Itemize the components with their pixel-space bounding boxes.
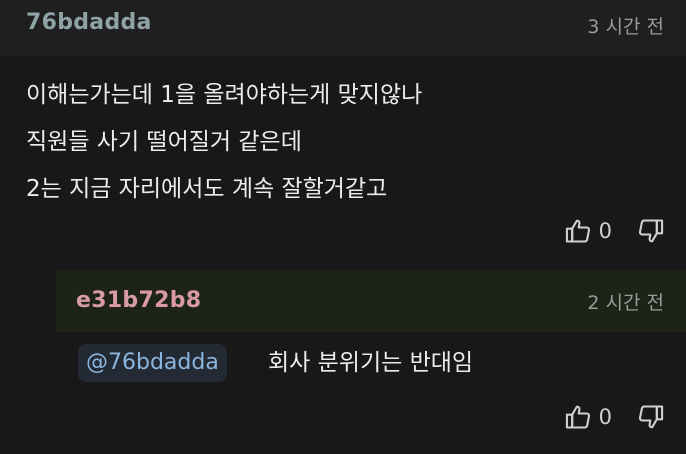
reply-author[interactable]: e31b72b8 <box>76 288 201 313</box>
comment-header: 76bdadda 3 시간 전 <box>0 0 686 56</box>
thumbs-down-icon[interactable] <box>636 216 666 246</box>
like-count: 0 <box>598 405 612 429</box>
comment-vote-bar: 0 <box>563 214 666 248</box>
comment-line: 이해는가는데 1을 올려야하는게 맞지않나 <box>26 82 423 108</box>
reply-timestamp: 2 시간 전 <box>587 292 664 314</box>
comment-line: 2는 지금 자리에서도 계속 잘할거같고 <box>26 176 388 202</box>
comment-body: 이해는가는데 1을 올려야하는게 맞지않나 직원들 사기 떨어질거 같은데 2는… <box>26 72 666 213</box>
thumbs-up-icon[interactable] <box>563 402 593 432</box>
reply-header: e31b72b8 2 시간 전 <box>56 270 686 332</box>
comment-thread: 76bdadda 3 시간 전 이해는가는데 1을 올려야하는게 맞지않나 직원… <box>0 0 686 454</box>
comment-line: 직원들 사기 떨어질거 같은데 <box>26 129 302 155</box>
comment-author[interactable]: 76bdadda <box>26 10 152 35</box>
mention-link[interactable]: @76bdadda <box>78 344 227 382</box>
thumbs-up-icon[interactable] <box>563 216 593 246</box>
reply-vote-bar: 0 <box>563 400 666 434</box>
reply-text: 회사 분위기는 반대임 <box>268 350 474 376</box>
like-count: 0 <box>598 219 612 243</box>
thumbs-down-icon[interactable] <box>636 402 666 432</box>
comment-timestamp: 3 시간 전 <box>587 16 664 38</box>
